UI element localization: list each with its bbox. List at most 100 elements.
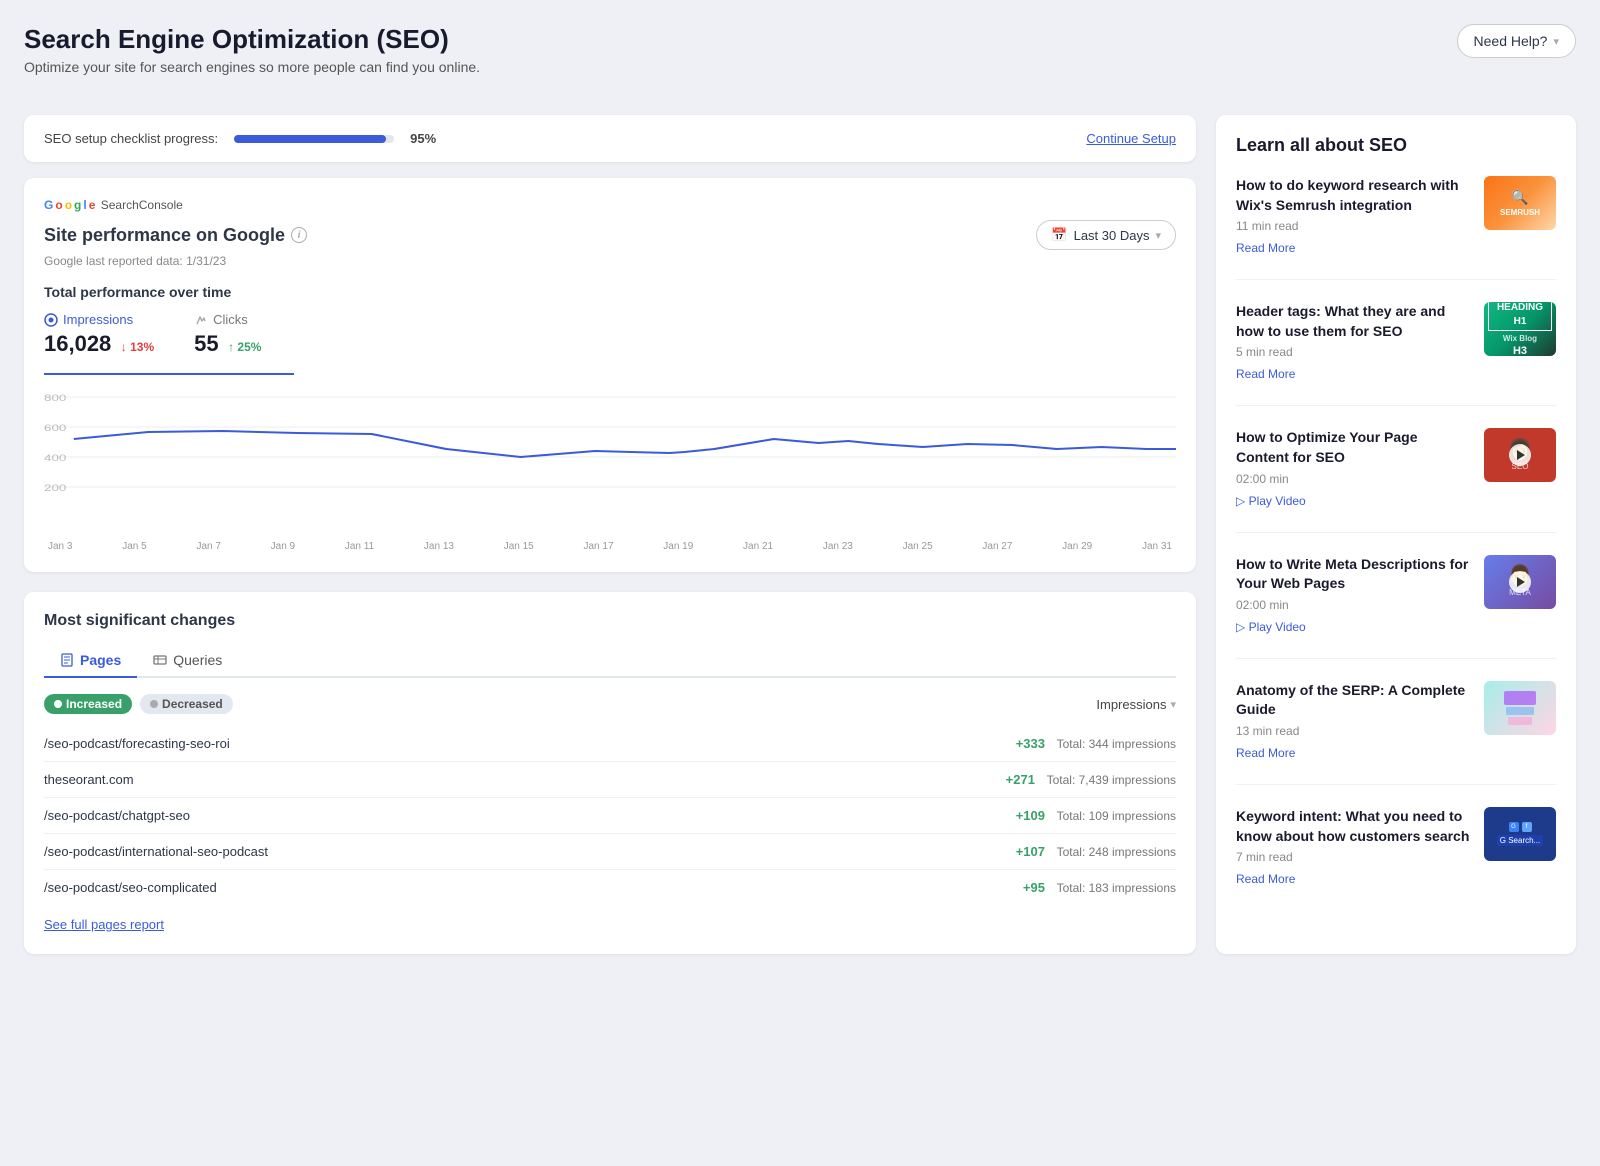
page-title: Search Engine Optimization (SEO) xyxy=(24,24,480,55)
resource-title: How to do keyword research with Wix's Se… xyxy=(1236,176,1470,215)
clicks-metric[interactable]: Clicks 55 ↑ 25% xyxy=(194,312,261,357)
table-row: /seo-podcast/international-seo-podcast +… xyxy=(44,834,1176,870)
resource-meta: 02:00 min xyxy=(1236,472,1470,486)
performance-chart: 800 600 400 200 xyxy=(44,377,1176,537)
read-more-link[interactable]: Read More xyxy=(1236,367,1295,381)
resource-meta: 13 min read xyxy=(1236,724,1470,738)
x-axis-labels: Jan 3 Jan 5 Jan 7 Jan 9 Jan 11 Jan 13 Ja… xyxy=(44,541,1176,552)
google-search-console-logo: Google SearchConsole xyxy=(44,198,1176,212)
see-full-report-link[interactable]: See full pages report xyxy=(44,917,164,932)
play-triangle xyxy=(1517,450,1525,460)
resource-info: Keyword intent: What you need to know ab… xyxy=(1236,807,1470,888)
filters-row: Increased Decreased Impressions ▾ xyxy=(44,694,1176,714)
read-more-link[interactable]: Read More xyxy=(1236,872,1295,886)
resource-info: Header tags: What they are and how to us… xyxy=(1236,302,1470,383)
changes-title: Most significant changes xyxy=(44,612,1176,630)
resource-title: Keyword intent: What you need to know ab… xyxy=(1236,807,1470,846)
svg-text:800: 800 xyxy=(44,394,66,403)
list-item: Header tags: What they are and how to us… xyxy=(1236,302,1556,406)
header-thumb: HEADING H1 Wix Blog H3 xyxy=(1484,302,1556,356)
progress-bar-track xyxy=(234,135,394,143)
resource-thumbnail: 👨 META xyxy=(1484,555,1556,609)
keyword-thumb: 🔍 SEMRUSH xyxy=(1484,176,1556,230)
pages-icon xyxy=(60,653,74,667)
resource-title: Header tags: What they are and how to us… xyxy=(1236,302,1470,341)
table-row: /seo-podcast/seo-complicated +95 Total: … xyxy=(44,870,1176,905)
checklist-card: SEO setup checklist progress: 95% Contin… xyxy=(24,115,1196,162)
svg-text:400: 400 xyxy=(44,454,66,463)
progress-percent: 95% xyxy=(410,131,436,146)
progress-bar-fill xyxy=(234,135,386,143)
need-help-button[interactable]: Need Help? ▾ xyxy=(1457,24,1576,58)
play-triangle xyxy=(1517,577,1525,587)
keyword-intent-thumb: G f G Search... xyxy=(1484,807,1556,861)
chevron-down-icon: ▾ xyxy=(1170,698,1176,711)
read-more-link[interactable]: Read More xyxy=(1236,746,1295,760)
list-item: How to Write Meta Descriptions for Your … xyxy=(1236,555,1556,659)
anatomy-thumb xyxy=(1484,681,1556,735)
play-icon-overlay xyxy=(1509,444,1531,466)
performance-card: Google SearchConsole Site performance on… xyxy=(24,178,1196,572)
changes-card: Most significant changes Pages Queries I… xyxy=(24,592,1196,954)
impressions-sort[interactable]: Impressions ▾ xyxy=(1096,697,1176,712)
decreased-dot xyxy=(150,700,158,708)
resource-thumbnail: HEADING H1 Wix Blog H3 xyxy=(1484,302,1556,356)
svg-text:600: 600 xyxy=(44,424,66,433)
clicks-label: Clicks xyxy=(194,312,261,327)
play-video-link[interactable]: ▷ Play Video xyxy=(1236,494,1306,508)
perf-section-title: Site performance on Google i xyxy=(44,225,307,246)
clicks-change: ↑ 25% xyxy=(225,340,262,354)
play-video-link[interactable]: ▷ Play Video xyxy=(1236,620,1306,634)
resource-thumbnail xyxy=(1484,681,1556,735)
date-range-label: Last 30 Days xyxy=(1074,228,1150,243)
list-item: Keyword intent: What you need to know ab… xyxy=(1236,807,1556,910)
svg-text:200: 200 xyxy=(44,484,66,493)
chart-svg: 800 600 400 200 xyxy=(44,377,1176,517)
list-item: How to do keyword research with Wix's Se… xyxy=(1236,176,1556,280)
impressions-label: Impressions xyxy=(44,312,154,327)
need-help-label: Need Help? xyxy=(1474,33,1548,49)
decreased-badge[interactable]: Decreased xyxy=(140,694,233,714)
table-row: theseorant.com +271 Total: 7,439 impress… xyxy=(44,762,1176,798)
resource-info: How to do keyword research with Wix's Se… xyxy=(1236,176,1470,257)
chevron-down-icon: ▾ xyxy=(1155,229,1161,242)
read-more-link[interactable]: Read More xyxy=(1236,241,1295,255)
search-console-text: SearchConsole xyxy=(97,198,182,212)
resource-thumbnail: G f G Search... xyxy=(1484,807,1556,861)
tab-queries[interactable]: Queries xyxy=(137,644,238,678)
resource-thumbnail: 👩 SEO xyxy=(1484,428,1556,482)
page-subtitle: Optimize your site for search engines so… xyxy=(24,59,480,75)
resource-title: How to Optimize Your Page Content for SE… xyxy=(1236,428,1470,467)
impressions-change: ↓ 13% xyxy=(117,340,154,354)
date-range-picker[interactable]: 📅 Last 30 Days ▾ xyxy=(1036,220,1176,250)
increased-badge[interactable]: Increased xyxy=(44,694,132,714)
page-header: Search Engine Optimization (SEO) Optimiz… xyxy=(24,24,480,75)
chevron-down-icon: ▾ xyxy=(1553,35,1559,48)
increased-dot xyxy=(54,700,62,708)
tab-pages[interactable]: Pages xyxy=(44,644,137,678)
resource-info: How to Optimize Your Page Content for SE… xyxy=(1236,428,1470,509)
list-item: How to Optimize Your Page Content for SE… xyxy=(1236,428,1556,532)
queries-icon xyxy=(153,653,167,667)
resource-meta: 5 min read xyxy=(1236,345,1470,359)
chart-section-title: Total performance over time xyxy=(44,284,1176,300)
resource-info: How to Write Meta Descriptions for Your … xyxy=(1236,555,1470,636)
tabs-row: Pages Queries xyxy=(44,644,1176,678)
resource-title: How to Write Meta Descriptions for Your … xyxy=(1236,555,1470,594)
data-rows: /seo-podcast/forecasting-seo-roi +333 To… xyxy=(44,726,1176,905)
resource-meta: 02:00 min xyxy=(1236,598,1470,612)
resource-meta: 11 min read xyxy=(1236,219,1470,233)
continue-setup-link[interactable]: Continue Setup xyxy=(1086,131,1176,146)
sidebar-title: Learn all about SEO xyxy=(1236,135,1556,156)
info-icon[interactable]: i xyxy=(291,227,307,243)
resource-thumbnail: 🔍 SEMRUSH xyxy=(1484,176,1556,230)
checklist-label: SEO setup checklist progress: xyxy=(44,131,218,146)
resource-meta: 7 min read xyxy=(1236,850,1470,864)
impressions-metric[interactable]: Impressions 16,028 ↓ 13% xyxy=(44,312,154,357)
play-icon-overlay xyxy=(1509,571,1531,593)
impressions-value: 16,028 ↓ 13% xyxy=(44,331,154,357)
clicks-value: 55 ↑ 25% xyxy=(194,331,261,357)
learn-seo-sidebar: Learn all about SEO How to do keyword re… xyxy=(1216,115,1576,954)
resource-info: Anatomy of the SERP: A Complete Guide 13… xyxy=(1236,681,1470,762)
list-item: Anatomy of the SERP: A Complete Guide 13… xyxy=(1236,681,1556,785)
